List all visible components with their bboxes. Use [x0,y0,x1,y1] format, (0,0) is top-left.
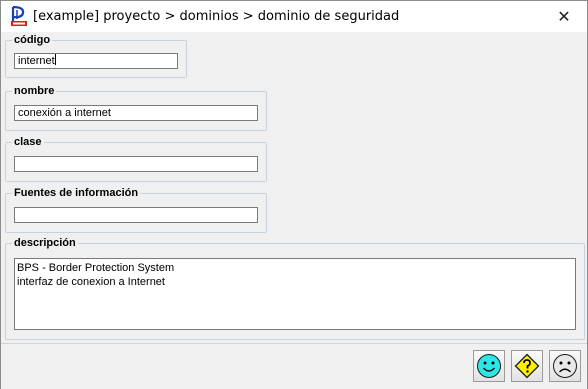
cancel-button[interactable] [549,350,581,382]
smiley-sad-icon [553,354,577,378]
descripcion-group: descripción BPS - Border Protection Syst… [5,236,585,340]
close-button[interactable]: ✕ [541,1,587,32]
window-title: [example] proyecto > dominios > dominio … [33,9,400,24]
title-bar: [example] proyecto > dominios > dominio … [1,1,587,32]
app-logo-icon [11,5,27,26]
descripcion-textarea[interactable]: BPS - Border Protection System interfaz … [14,258,576,330]
button-bar [1,343,587,389]
accept-button[interactable] [473,350,505,382]
codigo-label: código [12,33,53,47]
descripcion-label: descripción [12,236,78,250]
clase-input[interactable] [14,156,258,172]
clase-label: clase [12,135,44,149]
codigo-input[interactable]: internet [14,53,178,69]
smiley-happy-icon [477,354,501,378]
codigo-value: internet [18,55,55,67]
nombre-label: nombre [12,84,57,98]
clase-group: clase [5,135,267,182]
help-button[interactable] [511,350,543,382]
fuentes-input[interactable] [14,207,258,223]
fuentes-label: Fuentes de información [12,186,141,200]
descripcion-line: BPS - Border Protection System [17,262,175,274]
nombre-group: nombre conexión a internet [5,84,267,131]
nombre-input[interactable]: conexión a internet [14,105,258,121]
form-panel: código internet nombre conexión a intern… [3,32,585,342]
codigo-group: código internet [5,33,187,78]
descripcion-line: interfaz de conexion a Internet [17,276,165,288]
dialog-window: [example] proyecto > dominios > dominio … [0,0,588,389]
help-diamond-icon [514,353,540,379]
fuentes-group: Fuentes de información [5,186,267,233]
text-caret [54,54,56,65]
